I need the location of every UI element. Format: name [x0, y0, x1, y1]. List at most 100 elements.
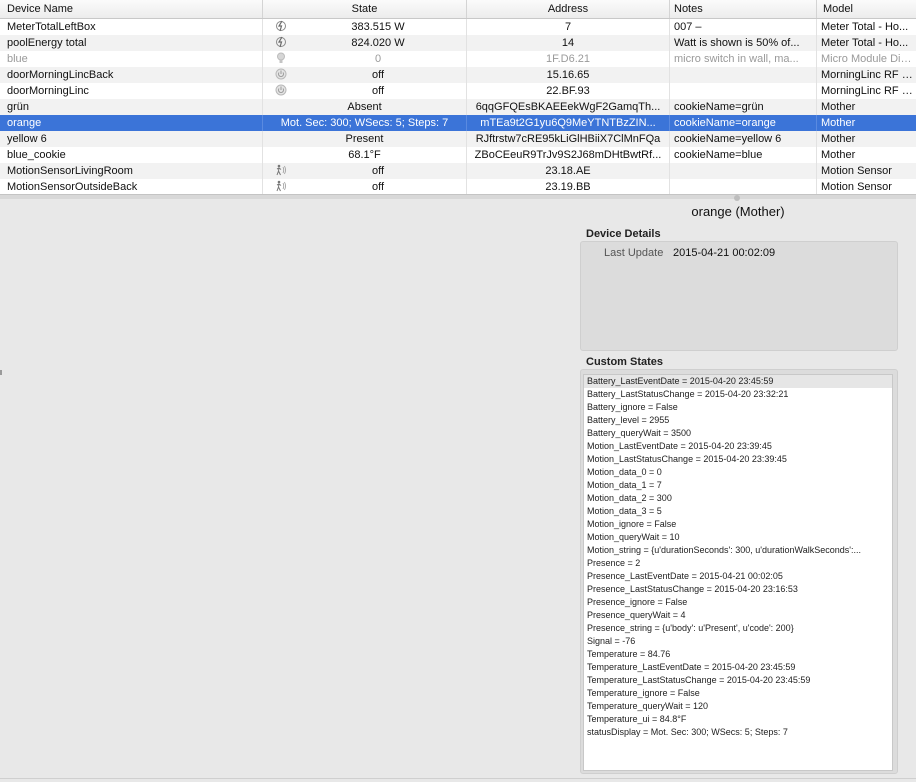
- device-state: off: [371, 85, 385, 97]
- device-table[interactable]: Device Name State Address Notes Model Me…: [0, 0, 916, 194]
- device-state: 68.1°F: [263, 147, 467, 163]
- left-edge-marker: [0, 370, 2, 375]
- custom-state-item[interactable]: statusDisplay = Mot. Sec: 300; WSecs: 5;…: [584, 726, 892, 739]
- device-name: grün: [0, 99, 263, 115]
- custom-state-item[interactable]: Motion_LastEventDate = 2015-04-20 23:39:…: [584, 440, 892, 453]
- custom-state-item[interactable]: Battery_ignore = False: [584, 401, 892, 414]
- custom-state-item[interactable]: Temperature_LastStatusChange = 2015-04-2…: [584, 674, 892, 687]
- bottom-border: [0, 778, 916, 779]
- custom-state-item[interactable]: Motion_data_0 = 0: [584, 466, 892, 479]
- device-notes: [670, 179, 817, 194]
- device-address: RJftrstw7cRE95kLiGlHBiiX7ClMnFQa: [467, 131, 670, 147]
- device-address: 1F.D6.21: [467, 51, 670, 67]
- custom-state-item[interactable]: Battery_queryWait = 3500: [584, 427, 892, 440]
- custom-states-label: Custom States: [586, 356, 664, 368]
- custom-state-item[interactable]: Signal = -76: [584, 635, 892, 648]
- state-column-spacer: [453, 179, 467, 194]
- custom-states-list[interactable]: Battery_LastEventDate = 2015-04-20 23:45…: [583, 374, 893, 771]
- power-icon: [266, 83, 296, 99]
- device-model: Motion Sensor: [821, 181, 892, 193]
- device-state: off: [371, 165, 385, 177]
- device-address: 23.19.BB: [467, 179, 670, 194]
- device-row[interactable]: poolEnergy total 824.020 W 14 Watt is shown…: [0, 35, 916, 51]
- last-update-label: Last Update: [604, 247, 664, 259]
- custom-state-item[interactable]: Temperature_LastEventDate = 2015-04-20 2…: [584, 661, 892, 674]
- device-rows: MeterTotalLeftBox 383.515 W 7 007 – Meter To…: [0, 19, 916, 194]
- detail-title: orange (Mother): [691, 204, 785, 219]
- state-column-spacer: [453, 51, 467, 67]
- device-row[interactable]: doorMorningLincBack off 15.16.65 MorningLin…: [0, 67, 916, 83]
- custom-state-item[interactable]: Motion_ignore = False: [584, 518, 892, 531]
- column-header-model[interactable]: Model: [817, 0, 916, 18]
- energy-meter-icon: [266, 35, 296, 51]
- device-name: doorMorningLinc: [0, 83, 263, 99]
- column-header-state[interactable]: State: [263, 0, 467, 18]
- custom-state-item[interactable]: Presence_queryWait = 4: [584, 609, 892, 622]
- device-name: MotionSensorLivingRoom: [0, 163, 263, 179]
- energy-meter-icon: [266, 19, 296, 35]
- custom-state-item[interactable]: Temperature_ignore = False: [584, 687, 892, 700]
- column-header-name[interactable]: Device Name: [0, 0, 263, 18]
- device-row[interactable]: blue_cookie 68.1°F ZBoCEeuR9TrJv9S2J68mDHt…: [0, 147, 916, 163]
- device-model: MorningLinc RF C...: [821, 69, 916, 81]
- device-row[interactable]: yellow 6 Present RJftrstw7cRE95kLiGlHBiiX7…: [0, 131, 916, 147]
- custom-state-item[interactable]: Battery_LastEventDate = 2015-04-20 23:45…: [584, 375, 892, 388]
- device-address: mTEa9t2G1yu6Q9MeYTNTBzZIN...: [467, 115, 670, 131]
- column-header-notes[interactable]: Notes: [670, 0, 817, 18]
- custom-state-item[interactable]: Temperature = 84.76: [584, 648, 892, 661]
- custom-state-item[interactable]: Presence_string = {u'body': u'Present', …: [584, 622, 892, 635]
- device-model: Mother: [821, 117, 856, 129]
- device-state: 824.020 W: [351, 37, 405, 49]
- device-model: Meter Total - Ho...: [821, 21, 909, 33]
- device-notes: micro switch in wall, ma...: [670, 51, 817, 67]
- custom-state-item[interactable]: Presence_LastEventDate = 2015-04-21 00:0…: [584, 570, 892, 583]
- custom-state-item[interactable]: Battery_level = 2955: [584, 414, 892, 427]
- device-notes: 007 –: [670, 19, 817, 35]
- custom-state-item[interactable]: Presence_LastStatusChange = 2015-04-20 2…: [584, 583, 892, 596]
- device-name: yellow 6: [0, 131, 263, 147]
- device-model: Mother: [821, 149, 856, 161]
- device-state: Absent: [263, 99, 467, 115]
- device-address: ZBoCEeuR9TrJv9S2J68mDHtBwtRf...: [467, 147, 670, 163]
- custom-state-item[interactable]: Motion_data_2 = 300: [584, 492, 892, 505]
- device-model: MorningLinc RF C...: [821, 85, 916, 97]
- custom-state-item[interactable]: Motion_queryWait = 10: [584, 531, 892, 544]
- split-view-divider[interactable]: [0, 194, 916, 199]
- device-name: blue: [0, 51, 263, 67]
- device-row[interactable]: orange Mot. Sec: 300; WSecs: 5; Steps: 7m…: [0, 115, 916, 131]
- custom-state-item[interactable]: Presence_ignore = False: [584, 596, 892, 609]
- device-model: Motion Sensor: [821, 165, 892, 177]
- device-state: off: [371, 69, 385, 81]
- custom-state-item[interactable]: Temperature_queryWait = 120: [584, 700, 892, 713]
- custom-state-item[interactable]: Motion_data_3 = 5: [584, 505, 892, 518]
- device-state: 383.515 W: [351, 21, 405, 33]
- device-model: Meter Total - Ho...: [821, 37, 909, 49]
- device-row[interactable]: MotionSensorOutsideBack off 23.19.BB Motion…: [0, 179, 916, 194]
- state-column-spacer: [453, 19, 467, 35]
- device-row[interactable]: blue 0 1F.D6.21 micro switch in wall, ma...…: [0, 51, 916, 67]
- device-row[interactable]: doorMorningLinc off 22.BF.93 MorningLinc RF…: [0, 83, 916, 99]
- device-row[interactable]: MotionSensorLivingRoom off 23.18.AE Motion …: [0, 163, 916, 179]
- device-row[interactable]: MeterTotalLeftBox 383.515 W 7 007 – Meter To…: [0, 19, 916, 35]
- device-address: 23.18.AE: [467, 163, 670, 179]
- lightbulb-icon: [266, 51, 296, 67]
- state-column-spacer: [453, 35, 467, 51]
- device-model: Mother: [821, 101, 856, 113]
- power-icon: [266, 67, 296, 83]
- device-address: 15.16.65: [467, 67, 670, 83]
- custom-state-item[interactable]: Presence = 2: [584, 557, 892, 570]
- device-row[interactable]: grün Absent 6qqGFQEsBKAEEekWgF2GamqTh... co…: [0, 99, 916, 115]
- custom-state-item[interactable]: Battery_LastStatusChange = 2015-04-20 23…: [584, 388, 892, 401]
- custom-state-item[interactable]: Temperature_ui = 84.8°F: [584, 713, 892, 726]
- device-address: 14: [467, 35, 670, 51]
- custom-state-item[interactable]: Motion_data_1 = 7: [584, 479, 892, 492]
- custom-state-item[interactable]: Motion_string = {u'durationSeconds': 300…: [584, 544, 892, 557]
- device-notes: cookieName=orange: [670, 115, 817, 131]
- custom-state-item[interactable]: Motion_LastStatusChange = 2015-04-20 23:…: [584, 453, 892, 466]
- state-column-spacer: [453, 163, 467, 179]
- divider-handle[interactable]: [734, 195, 740, 201]
- device-state: off: [371, 181, 385, 193]
- column-header-address[interactable]: Address: [467, 0, 670, 18]
- last-update-value: 2015-04-21 00:02:09: [673, 247, 776, 259]
- motion-icon: [266, 179, 296, 194]
